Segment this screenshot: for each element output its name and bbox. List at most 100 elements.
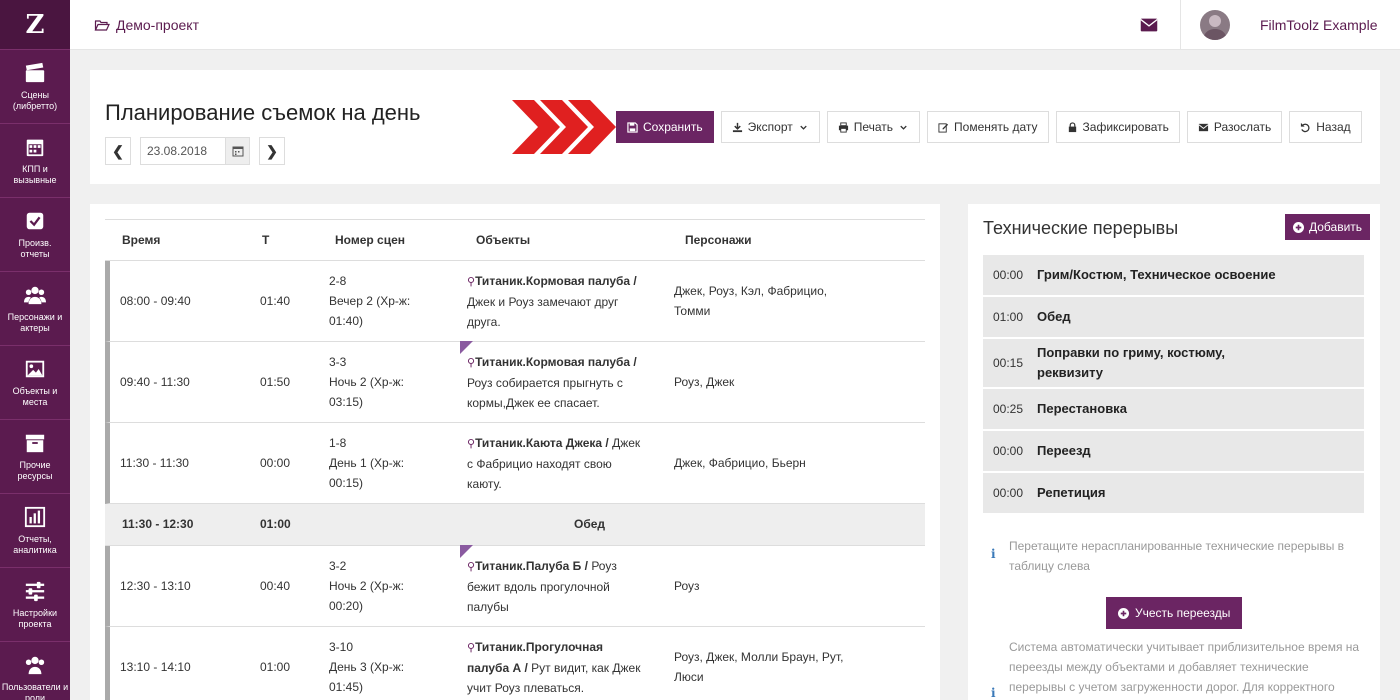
object-description: Роуз собирается прыгнуть с кормы,Джек ее… xyxy=(467,376,623,410)
lunch-duration: 01:00 xyxy=(260,517,291,531)
list-item[interactable]: 00:00 Грим/Костюм, Техническое освоение xyxy=(983,255,1364,297)
row-characters: Роуз, Джек xyxy=(674,375,735,389)
scene-number[interactable]: 1-8 xyxy=(329,433,429,453)
prev-day-button[interactable]: ❮ xyxy=(105,137,131,165)
project-breadcrumb[interactable]: Демо-проект xyxy=(94,0,199,50)
avatar[interactable] xyxy=(1200,10,1230,40)
lock-button[interactable]: Зафиксировать xyxy=(1055,111,1180,143)
username[interactable]: FilmToolz Example xyxy=(1260,0,1377,50)
next-day-button[interactable]: ❯ xyxy=(259,137,285,165)
table-row[interactable]: 11:30 - 11:30 00:00 1-8 День 1 (Хр-ж: 00… xyxy=(105,423,925,504)
row-scenes: 3-10 День 3 (Хр-ж: 01:45) xyxy=(329,637,429,697)
lunch-time: 11:30 - 12:30 xyxy=(122,517,194,531)
page-title: Планирование съемок на день xyxy=(105,100,421,125)
break-duration: 00:00 xyxy=(993,268,1024,282)
project-name: Демо-проект xyxy=(116,17,199,33)
table-row[interactable]: 08:00 - 09:40 01:40 2-8 Вечер 2 (Хр-ж: 0… xyxy=(105,261,925,342)
sidebar-item-locations[interactable]: Объекты и места xyxy=(0,346,70,420)
sidebar-item-label: Пользователи и роли xyxy=(1,681,69,700)
sidebar-item-reports[interactable]: Произв. отчеты xyxy=(0,198,70,272)
row-time: 12:30 - 13:10 xyxy=(120,579,191,593)
list-item[interactable]: 00:00 Переезд xyxy=(983,431,1364,473)
column-header-characters[interactable]: Персонажи xyxy=(685,233,751,247)
table-row[interactable]: 12:30 - 13:10 00:40 3-2 Ночь 2 (Хр-ж: 00… xyxy=(105,545,925,627)
break-name: Грим/Костюм, Техническое освоение xyxy=(1037,267,1276,282)
scene-description: День 1 (Хр-ж: 00:15) xyxy=(329,456,405,490)
date-field[interactable] xyxy=(140,137,226,165)
lunch-label: Обед xyxy=(574,517,606,531)
export-button[interactable]: Экспорт xyxy=(720,111,820,143)
planning-header: Планирование съемок на день ❮ ❯ Сохранит… xyxy=(90,70,1380,184)
row-time: 13:10 - 14:10 xyxy=(120,660,191,674)
calendar-icon xyxy=(232,146,243,157)
break-duration: 00:00 xyxy=(993,486,1024,500)
row-characters: Роуз xyxy=(674,579,700,593)
column-header-duration[interactable]: Т xyxy=(262,233,269,247)
sidebar-item-characters[interactable]: Персонажи и актеры xyxy=(0,272,70,346)
add-break-button[interactable]: Добавить xyxy=(1285,214,1371,240)
calendar-button[interactable] xyxy=(226,137,250,165)
sidebar-item-label: Сцены (либретто) xyxy=(12,89,58,111)
red-arrows-annotation xyxy=(512,100,616,154)
sidebar-item-analytics[interactable]: Отчеты, аналитика xyxy=(0,494,70,568)
calendar-icon xyxy=(26,139,44,156)
change-date-button[interactable]: Поменять дату xyxy=(927,111,1049,143)
break-name: Поправки по гриму, костюму, реквизиту xyxy=(1037,345,1226,380)
account-travel-button[interactable]: Учесть переезды xyxy=(1106,597,1243,629)
scene-number[interactable]: 2-8 xyxy=(329,271,429,291)
table-row[interactable]: 13:10 - 14:10 01:00 3-10 День 3 (Хр-ж: 0… xyxy=(105,627,925,700)
list-item[interactable]: 01:00 Обед xyxy=(983,297,1364,339)
table-row[interactable]: 09:40 - 11:30 01:50 3-3 Ночь 2 (Хр-ж: 03… xyxy=(105,341,925,423)
tech-breaks-list: 00:00 Грим/Костюм, Техническое освоение 0… xyxy=(983,255,1364,515)
break-name: Репетиция xyxy=(1037,485,1106,500)
clapperboard-icon xyxy=(25,62,45,82)
object-name[interactable]: Титаник.Палуба Б / xyxy=(475,559,588,573)
printer-icon xyxy=(838,121,848,133)
object-name[interactable]: Титаник.Кормовая палуба / xyxy=(475,274,637,288)
column-header-time[interactable]: Время xyxy=(122,233,160,247)
row-time: 09:40 - 11:30 xyxy=(120,375,190,389)
object-name[interactable]: Титаник.Кормовая палуба / xyxy=(475,355,637,369)
sidebar-item-callsheets[interactable]: КПП и вызывные xyxy=(0,124,70,198)
break-duration: 00:15 xyxy=(993,356,1024,370)
scene-number[interactable]: 3-10 xyxy=(329,637,429,657)
chevron-down-icon xyxy=(900,125,907,130)
send-button[interactable]: Разослать xyxy=(1186,111,1283,143)
row-scenes: 3-2 Ночь 2 (Хр-ж: 00:20) xyxy=(329,556,429,616)
list-item[interactable]: 00:00 Репетиция xyxy=(983,473,1364,515)
scene-number[interactable]: 3-2 xyxy=(329,556,429,576)
sidebar: Z Сцены (либретто) КПП и вызывные Произв… xyxy=(0,0,70,700)
row-object: ⚲Титаник.Прогулочная палуба А / Рут види… xyxy=(467,637,647,698)
sidebar-item-settings[interactable]: Настройки проекта xyxy=(0,568,70,642)
edit-icon xyxy=(938,122,949,133)
print-button[interactable]: Печать xyxy=(826,111,921,143)
save-button[interactable]: Сохранить xyxy=(616,111,714,143)
column-header-objects[interactable]: Объекты xyxy=(476,233,530,247)
info-icon: i xyxy=(991,547,996,561)
scene-number[interactable]: 3-3 xyxy=(329,352,429,372)
change-date-label: Поменять дату xyxy=(954,120,1038,134)
column-header-scene-number[interactable]: Номер сцен xyxy=(335,233,405,247)
back-button[interactable]: Назад xyxy=(1289,111,1362,143)
map-marker-icon: ⚲ xyxy=(467,438,476,450)
mail-icon[interactable] xyxy=(1138,14,1160,36)
row-object: ⚲Титаник.Палуба Б / Роуз бежит вдоль про… xyxy=(467,556,647,617)
travel-info-text: Система автоматически учитывает приблизи… xyxy=(1009,640,1360,694)
sidebar-item-label: Персонажи и актеры xyxy=(7,311,63,333)
object-name[interactable]: Титаник.Каюта Джека / xyxy=(475,436,609,450)
back-label: Назад xyxy=(1316,120,1351,134)
sidebar-item-resources[interactable]: Прочие ресурсы xyxy=(0,420,70,494)
break-name: Обед xyxy=(1037,309,1071,324)
lunch-break-row[interactable]: 11:30 - 12:30 01:00 Обед xyxy=(105,504,925,546)
sidebar-item-users[interactable]: Пользователи и роли xyxy=(0,642,70,700)
map-marker-icon: ⚲ xyxy=(467,642,476,654)
floppy-icon xyxy=(627,121,638,133)
sidebar-item-label: Настройки проекта xyxy=(12,607,58,629)
undo-icon xyxy=(1301,122,1310,132)
list-item[interactable]: 00:25 Перестановка xyxy=(983,389,1364,431)
app-logo[interactable]: Z xyxy=(0,0,70,50)
row-duration: 01:00 xyxy=(260,660,291,674)
row-duration: 01:50 xyxy=(260,375,291,389)
sidebar-item-scenes[interactable]: Сцены (либретто) xyxy=(0,50,70,124)
list-item[interactable]: 00:15 Поправки по гриму, костюму, реквизи… xyxy=(983,339,1364,389)
